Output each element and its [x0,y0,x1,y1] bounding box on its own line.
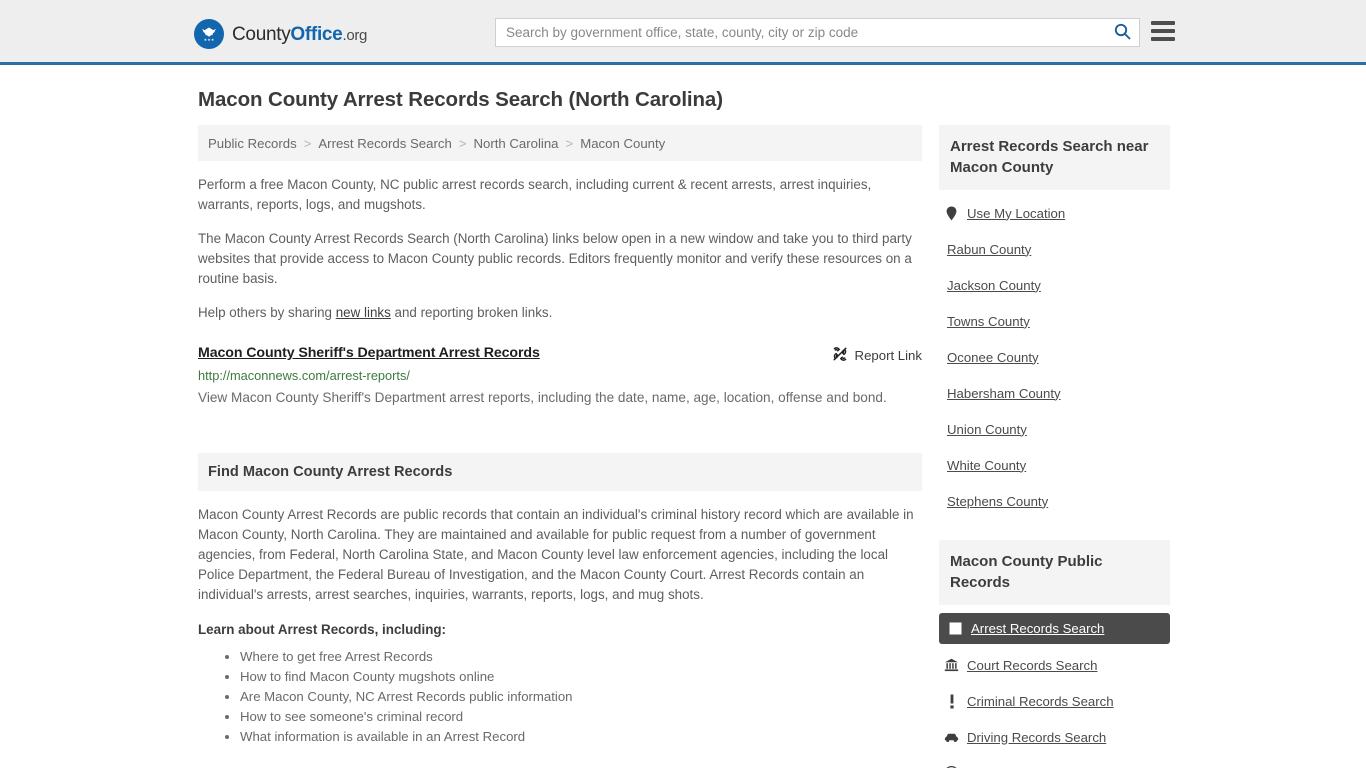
breadcrumb-item-arrest-records-search[interactable]: Arrest Records Search [318,136,451,151]
document-icon [948,622,963,635]
sidebar-card-nearby: Arrest Records Search near Macon County … [939,125,1170,516]
sidebar-item-police-records-search[interactable]: Police Records Search [939,758,1170,768]
sidebar-item-towns-county[interactable]: Towns County [939,306,1170,336]
sidebar-item-label: Court Records Search [967,657,1098,673]
find-records-paragraph: Macon County Arrest Records are public r… [198,507,914,602]
broken-link-icon [832,346,848,365]
logo-text-org: .org [342,26,368,44]
courthouse-icon [944,658,959,672]
breadcrumb-item-north-carolina[interactable]: North Carolina [473,136,558,151]
list-item: What information is available in an Arre… [240,727,922,747]
sidebar-item-label: White County [947,457,1027,473]
sidebar-item-white-county[interactable]: White County [939,450,1170,480]
search-bar[interactable] [495,18,1140,47]
sidebar-heading-public-records: Macon County Public Records [939,540,1170,605]
sidebar-item-label: Driving Records Search [967,729,1107,745]
sidebar-card-public-records: Macon County Public Records Arrest Recor… [939,540,1170,768]
intro-paragraph-1: Perform a free Macon County, NC public a… [198,177,872,212]
sidebar-item-label: Jackson County [947,277,1041,293]
exclamation-icon [944,694,959,709]
sidebar-item-label: Rabun County [947,241,1032,257]
logo-text-county: County [232,23,291,45]
site-logo[interactable]: CountyOffice.org [194,19,367,49]
sidebar-item-label: Stephens County [947,493,1049,509]
site-header: CountyOffice.org [0,0,1366,65]
breadcrumb-item-macon-county[interactable]: Macon County [580,136,665,151]
find-records-section-body: Macon County Arrest Records are public r… [198,505,922,747]
hamburger-menu-icon[interactable] [1151,21,1175,41]
help-prefix: Help others by sharing [198,305,336,320]
sidebar-item-label: Criminal Records Search [967,693,1114,709]
result-description: View Macon County Sheriff's Department a… [198,390,887,405]
result-header-row: Macon County Sheriff's Department Arrest… [198,345,922,365]
sidebar-item-label: Use My Location [967,205,1066,221]
learn-about-heading: Learn about Arrest Records, including: [198,622,447,637]
car-icon [944,732,959,743]
find-records-section-heading: Find Macon County Arrest Records [198,453,922,491]
intro-paragraph-2: The Macon County Arrest Records Search (… [198,231,912,286]
sidebar-list-public-records: Arrest Records Search Court Records Sear… [939,605,1170,768]
sidebar-item-criminal-records-search[interactable]: Criminal Records Search [939,686,1170,716]
breadcrumb-separator: > [458,135,467,151]
help-paragraph: Help others by sharing new links and rep… [198,303,922,323]
report-link-label: Report Link [854,348,922,363]
sidebar-item-arrest-records-search[interactable]: Arrest Records Search [939,613,1170,644]
sidebar-item-label: Union County [947,421,1027,437]
sidebar-item-habersham-county[interactable]: Habersham County [939,378,1170,408]
new-links-link[interactable]: new links [336,305,391,320]
sidebar-heading-nearby: Arrest Records Search near Macon County [939,125,1170,190]
list-item: How to see someone's criminal record [240,707,922,727]
list-item: How to find Macon County mugshots online [240,667,922,687]
report-link-button[interactable]: Report Link [832,346,922,365]
sidebar-item-label: Arrest Records Search [971,621,1105,636]
list-item: Where to get free Arrest Records [240,647,922,667]
sidebar-item-label: Oconee County [947,349,1039,365]
eagle-seal-icon [194,19,224,49]
result-title-link[interactable]: Macon County Sheriff's Department Arrest… [198,345,540,361]
sidebar-item-driving-records-search[interactable]: Driving Records Search [939,722,1170,752]
logo-wordmark: CountyOffice.org [232,25,367,44]
list-item: Are Macon County, NC Arrest Records publ… [240,687,922,707]
search-icon [1114,23,1131,43]
learn-about-list: Where to get free Arrest Records How to … [198,647,922,747]
breadcrumb-separator: > [303,135,312,151]
sidebar-item-use-my-location[interactable]: Use My Location [939,198,1170,228]
breadcrumb: Public Records > Arrest Records Search >… [198,125,922,161]
breadcrumb-separator: > [565,135,574,151]
sidebar-item-rabun-county[interactable]: Rabun County [939,234,1170,264]
search-input[interactable] [496,19,1105,46]
sidebar-item-union-county[interactable]: Union County [939,414,1170,444]
sidebar-item-stephens-county[interactable]: Stephens County [939,486,1170,516]
help-suffix: and reporting broken links. [390,305,553,320]
main-content: Macon County Arrest Records Search (Nort… [198,87,922,747]
sidebar-item-label: Habersham County [947,385,1061,401]
result-url[interactable]: http://maconnews.com/arrest-reports/ [198,368,922,383]
sidebar-item-oconee-county[interactable]: Oconee County [939,342,1170,372]
sidebar-item-court-records-search[interactable]: Court Records Search [939,650,1170,680]
logo-text-office: Office [290,23,343,45]
page-title: Macon County Arrest Records Search (Nort… [198,88,723,111]
result-entry: Macon County Sheriff's Department Arrest… [198,345,922,410]
sidebar: Arrest Records Search near Macon County … [939,125,1170,768]
sidebar-item-label: Towns County [947,313,1030,329]
search-button[interactable] [1105,19,1139,46]
map-pin-icon [944,206,959,221]
sidebar-item-jackson-county[interactable]: Jackson County [939,270,1170,300]
sidebar-list-nearby: Use My Location Rabun County Jackson Cou… [939,190,1170,516]
breadcrumb-item-public-records[interactable]: Public Records [208,136,297,151]
